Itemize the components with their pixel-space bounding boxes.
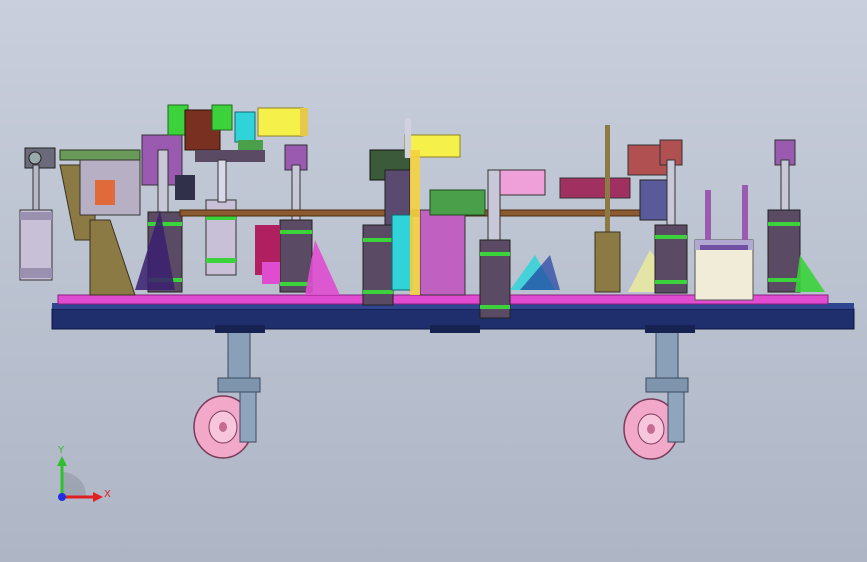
caster-left[interactable] bbox=[193, 329, 261, 459]
z-axis-dot bbox=[58, 493, 66, 501]
right-locator-block[interactable] bbox=[694, 185, 754, 301]
base-frame[interactable] bbox=[51, 303, 855, 333]
cad-viewport[interactable]: Y X bbox=[0, 0, 867, 562]
x-axis-label: X bbox=[104, 489, 111, 500]
clamp-cylinder-4[interactable] bbox=[767, 139, 825, 293]
left-clamp-assembly[interactable] bbox=[19, 147, 141, 296]
caster-right[interactable] bbox=[623, 329, 689, 460]
coordinate-triad: Y X bbox=[57, 445, 111, 502]
clamp-cylinder-2[interactable] bbox=[255, 144, 340, 295]
clamp-cylinder-1[interactable] bbox=[135, 134, 183, 293]
y-axis-label: Y bbox=[57, 445, 65, 456]
